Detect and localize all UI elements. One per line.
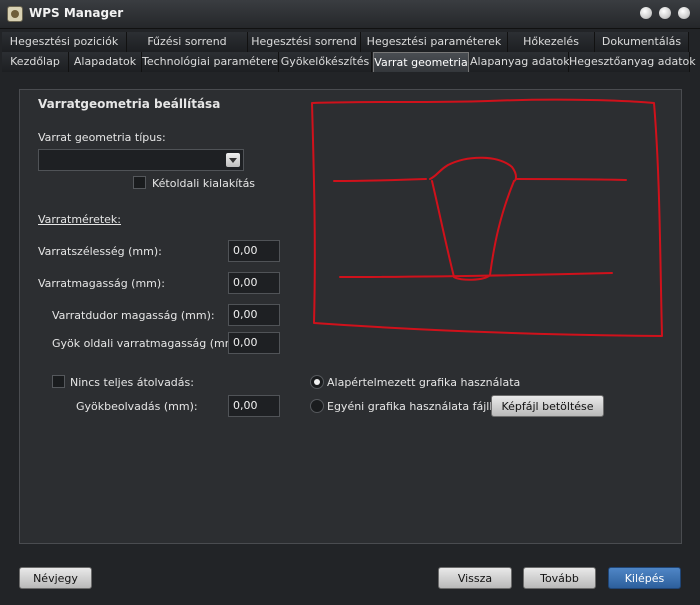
exit-button[interactable]: Kilépés (608, 567, 681, 589)
tab-home[interactable]: Kezdőlap (2, 52, 69, 72)
tab-documentation[interactable]: Dokumentálás (595, 32, 689, 52)
width-input[interactable]: 0,00 (228, 240, 280, 262)
tab-row-1: Hegesztési poziciók Fűzési sorrend Heges… (0, 32, 700, 52)
weld-geometry-sketch (311, 98, 663, 337)
double-sided-label: Kétoldali kialakítás (152, 177, 256, 190)
tab-weld-geometry[interactable]: Varrat geometria (373, 52, 469, 72)
next-button[interactable]: Tovább (523, 567, 596, 589)
tab-welding-sequence[interactable]: Hegesztési sorrend (248, 32, 361, 52)
close-icon[interactable] (678, 7, 690, 19)
root-penetration-label: Gyökbeolvadás (mm): (76, 400, 198, 413)
height-label: Varratmagasság (mm): (38, 277, 165, 290)
tab-welding-positions[interactable]: Hegesztési poziciók (2, 32, 127, 52)
minimize-icon[interactable] (640, 7, 652, 19)
tab-base-material[interactable]: Alapanyag adatok (470, 52, 570, 72)
chevron-down-icon[interactable] (226, 153, 240, 167)
geometry-type-select[interactable] (38, 149, 244, 171)
root-height-input[interactable]: 0,00 (228, 332, 280, 354)
load-image-button[interactable]: Képfájl betöltése (491, 395, 604, 417)
section-heading: Varratgeometria beállítása (38, 97, 221, 111)
default-graphics-radio[interactable] (310, 375, 324, 389)
geometry-type-label: Varrat geometria típus: (38, 131, 166, 144)
back-button[interactable]: Vissza (438, 567, 512, 589)
sketch-strokes (311, 98, 663, 337)
height-input[interactable]: 0,00 (228, 272, 280, 294)
about-button[interactable]: Névjegy (19, 567, 92, 589)
dimensions-heading: Varratméretek: (38, 213, 122, 226)
root-penetration-input[interactable]: 0,00 (228, 395, 280, 417)
tab-root-preparation[interactable]: Gyökelőkészítés (279, 52, 372, 72)
bead-height-label: Varratdudor magasság (mm): (52, 309, 215, 322)
custom-graphics-radio[interactable] (310, 399, 324, 413)
default-graphics-label: Alapértelmezett grafika használata (327, 376, 521, 389)
tab-basic-data[interactable]: Alapadatok (69, 52, 142, 72)
tab-filler-material[interactable]: Hegesztőanyag adatok (569, 52, 696, 72)
app-logo-icon (7, 6, 23, 22)
double-sided-checkbox[interactable] (133, 176, 146, 189)
maximize-icon[interactable] (659, 7, 671, 19)
width-label: Varratszélesség (mm): (38, 245, 162, 258)
no-full-penetration-checkbox[interactable] (52, 375, 65, 388)
tab-technological-parameters[interactable]: Technológiai paraméterek (142, 52, 284, 72)
bead-height-input[interactable]: 0,00 (228, 304, 280, 326)
tab-tack-sequence[interactable]: Fűzési sorrend (127, 32, 248, 52)
window-title: WPS Manager (29, 6, 124, 20)
root-height-label: Gyök oldali varratmagasság (mm): (52, 337, 244, 350)
tab-row-2: Kezdőlap Alapadatok Technológiai paramét… (0, 52, 700, 72)
title-bar: WPS Manager (0, 0, 700, 29)
custom-graphics-label: Egyéni grafika használata fájlból (327, 400, 507, 413)
tab-welding-parameters[interactable]: Hegesztési paraméterek (361, 32, 508, 52)
no-full-penetration-label: Nincs teljes átolvadás: (70, 376, 194, 389)
tab-heat-treatment[interactable]: Hőkezelés (508, 32, 595, 52)
